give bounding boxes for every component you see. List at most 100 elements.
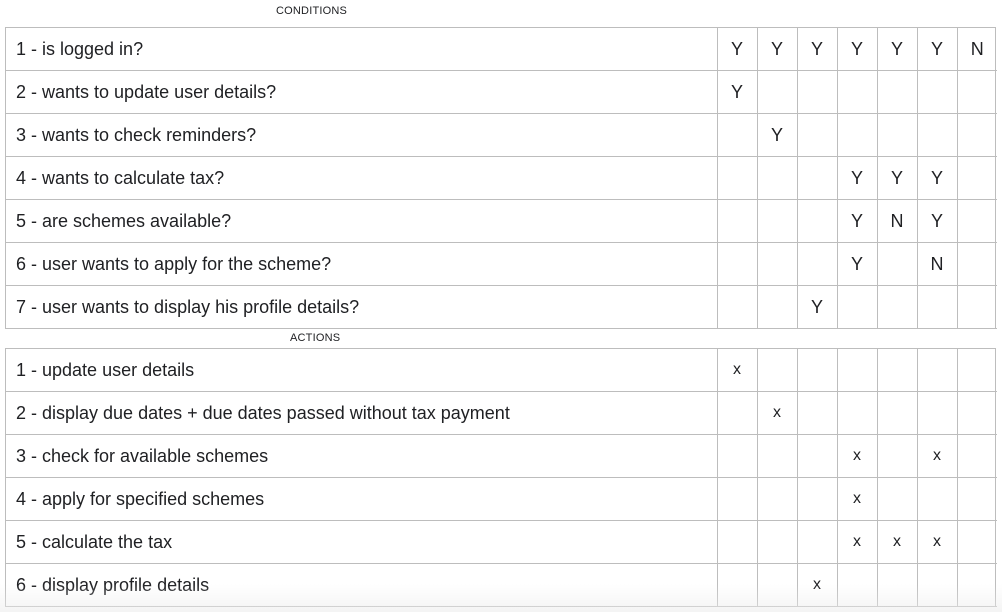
action-row-label: 6 - display profile details	[6, 563, 718, 607]
action-row-rule-3-cell	[796, 349, 838, 392]
condition-row-rule-2-cell: Y	[756, 28, 798, 71]
actions-heading: ACTIONS	[290, 332, 341, 344]
action-row-label: 3 - check for available schemes	[6, 434, 718, 478]
action-row-label: 1 - update user details	[6, 349, 718, 392]
condition-row-rule-3-cell	[796, 242, 838, 286]
condition-row-rule-4-cell: Y	[836, 156, 878, 200]
action-row-rule-1-cell	[716, 477, 758, 521]
condition-row-rule-5-cell: Y	[876, 28, 918, 71]
condition-row-rule-2-cell	[756, 242, 798, 286]
condition-row-rule-4-cell	[836, 113, 878, 157]
action-row-rule-6-cell	[916, 391, 958, 435]
condition-row-rule-4-cell: Y	[836, 28, 878, 71]
condition-row-rule-5-cell	[876, 285, 918, 329]
condition-row-rule-6-cell	[916, 285, 958, 329]
condition-row-rule-1-cell	[716, 242, 758, 286]
action-row-rule-2-cell	[756, 477, 798, 521]
condition-row-rule-1-cell	[716, 199, 758, 243]
action-row-rule-5-cell	[876, 477, 918, 521]
actions-table: 1 - update user details x 2 - display due …	[5, 348, 997, 607]
action-row-rule-4-cell: x	[836, 520, 878, 564]
action-row-rule-2-cell	[756, 349, 798, 392]
action-row-rule-6-cell	[916, 563, 958, 607]
condition-row-rule-2-cell	[756, 199, 798, 243]
condition-row-label: 6 - user wants to apply for the scheme?	[6, 242, 718, 286]
condition-row-rule-7-cell	[956, 70, 997, 114]
action-row-rule-7-cell	[956, 520, 997, 564]
action-row-rule-1-cell	[716, 520, 758, 564]
condition-row-rule-3-cell	[796, 113, 838, 157]
action-row-rule-4-cell: x	[836, 477, 878, 521]
action-row-rule-5-cell	[876, 434, 918, 478]
action-row-rule-2-cell	[756, 520, 798, 564]
condition-row-rule-5-cell	[876, 242, 918, 286]
condition-row-label: 2 - wants to update user details?	[6, 70, 718, 114]
action-row-rule-6-cell	[916, 477, 958, 521]
action-row-rule-6-cell: x	[916, 520, 958, 564]
condition-row-rule-7-cell	[956, 285, 997, 329]
condition-row: 1 - is logged in? Y Y Y Y Y Y N	[6, 28, 997, 71]
condition-row-rule-6-cell: Y	[916, 28, 958, 71]
action-row-rule-2-cell	[756, 563, 798, 607]
condition-row-rule-6-cell: N	[916, 242, 958, 286]
action-row: 5 - calculate the tax x x x	[6, 520, 997, 564]
condition-row-rule-2-cell	[756, 70, 798, 114]
condition-row: 4 - wants to calculate tax? Y Y Y	[6, 156, 997, 200]
condition-row-rule-1-cell	[716, 285, 758, 329]
condition-row-label: 4 - wants to calculate tax?	[6, 156, 718, 200]
conditions-table: 1 - is logged in? Y Y Y Y Y Y N 2 - wants to upd…	[5, 27, 997, 329]
action-row-rule-2-cell: x	[756, 391, 798, 435]
action-row: 1 - update user details x	[6, 349, 997, 392]
action-row-rule-5-cell	[876, 391, 918, 435]
action-row-rule-1-cell	[716, 563, 758, 607]
action-row-label: 5 - calculate the tax	[6, 520, 718, 564]
action-row-rule-6-cell: x	[916, 434, 958, 478]
condition-row-rule-4-cell	[836, 285, 878, 329]
condition-row-rule-5-cell: Y	[876, 156, 918, 200]
condition-row: 7 - user wants to display his profile de…	[6, 285, 997, 329]
condition-row-rule-7-cell	[956, 199, 997, 243]
action-row-rule-1-cell	[716, 391, 758, 435]
condition-row-rule-6-cell	[916, 70, 958, 114]
condition-row-label: 7 - user wants to display his profile de…	[6, 285, 718, 329]
condition-row-rule-4-cell	[836, 70, 878, 114]
condition-row-rule-1-cell: Y	[716, 28, 758, 71]
conditions-heading: CONDITIONS	[276, 5, 348, 17]
action-row: 2 - display due dates + due dates passed…	[6, 391, 997, 435]
action-row-rule-3-cell	[796, 520, 838, 564]
action-row-label: 2 - display due dates + due dates passed…	[6, 391, 718, 435]
action-row-rule-4-cell	[836, 349, 878, 392]
condition-row-rule-3-cell	[796, 199, 838, 243]
condition-row-rule-6-cell: Y	[916, 156, 958, 200]
condition-row-rule-2-cell	[756, 156, 798, 200]
condition-row-rule-2-cell: Y	[756, 113, 798, 157]
action-row-rule-2-cell	[756, 434, 798, 478]
condition-row-rule-4-cell: Y	[836, 242, 878, 286]
action-row-rule-5-cell	[876, 349, 918, 392]
condition-row-rule-6-cell	[916, 113, 958, 157]
action-row-rule-7-cell	[956, 391, 997, 435]
condition-row-rule-1-cell: Y	[716, 70, 758, 114]
condition-row-label: 3 - wants to check reminders?	[6, 113, 718, 157]
condition-row-rule-3-cell: Y	[796, 285, 838, 329]
action-row-rule-7-cell	[956, 563, 997, 607]
action-row: 6 - display profile details x	[6, 563, 997, 607]
action-row-rule-3-cell	[796, 477, 838, 521]
condition-row-rule-7-cell	[956, 242, 997, 286]
condition-row-rule-3-cell	[796, 70, 838, 114]
action-row-rule-4-cell: x	[836, 434, 878, 478]
condition-row-label: 5 - are schemes available?	[6, 199, 718, 243]
action-row-rule-1-cell: x	[716, 349, 758, 392]
condition-row-rule-7-cell: N	[956, 28, 997, 71]
condition-row-rule-6-cell: Y	[916, 199, 958, 243]
action-row-label: 4 - apply for specified schemes	[6, 477, 718, 521]
action-row-rule-1-cell	[716, 434, 758, 478]
action-row-rule-3-cell: x	[796, 563, 838, 607]
condition-row-rule-3-cell	[796, 156, 838, 200]
condition-row: 3 - wants to check reminders? Y	[6, 113, 997, 157]
condition-row-label: 1 - is logged in?	[6, 28, 718, 71]
action-row-rule-3-cell	[796, 391, 838, 435]
action-row-rule-5-cell	[876, 563, 918, 607]
condition-row-rule-5-cell	[876, 113, 918, 157]
condition-row-rule-1-cell	[716, 113, 758, 157]
